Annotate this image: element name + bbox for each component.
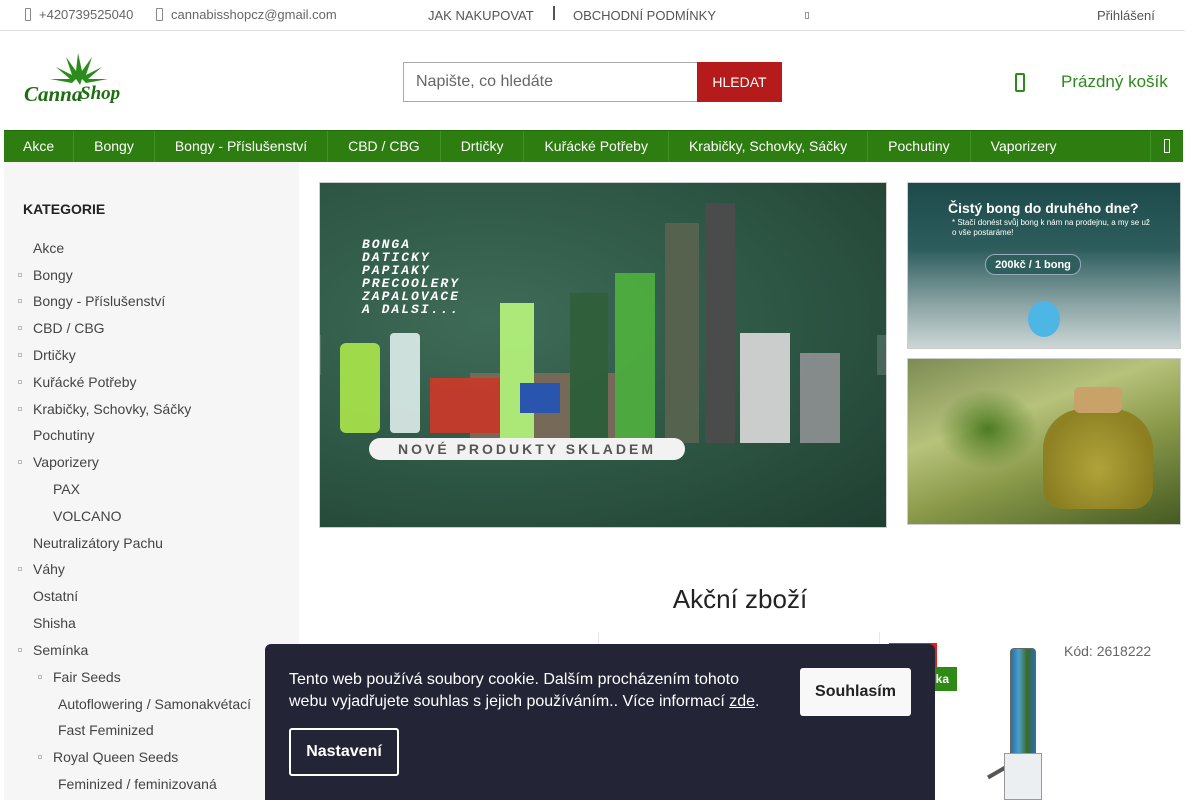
subcategory-item[interactable]: Fast Feminized [58,722,154,738]
nav-item-bongy[interactable]: Bongy [74,131,155,162]
nav-item-drticky[interactable]: Drtičky [441,131,525,162]
nav-item-pochutiny[interactable]: Pochutiny [868,131,971,162]
cookie-settings-button[interactable]: Nastavení [289,728,399,776]
category-item[interactable]: Krabičky, Schovky, Sáčky [18,401,191,417]
promo-bong-cleaning[interactable]: Čistý bong do druhého dne? * Stačí donés… [907,182,1181,349]
cookie-text: Tento web používá soubory cookie. Dalším… [289,671,760,710]
bullet-icon [38,675,42,679]
category-item[interactable]: Pochutiny [33,427,94,443]
bullet-icon [18,299,22,303]
subcategory-item[interactable]: Royal Queen Seeds [38,749,178,765]
category-item[interactable]: Ostatní [33,588,78,604]
phone-icon [25,8,31,21]
link-jak-nakupovat[interactable]: JAK NAKUPOVAT [428,8,534,23]
bullet-icon [38,755,42,759]
cookie-more-link[interactable]: zde [729,693,755,710]
menu-icon [1164,139,1170,153]
search-input[interactable] [403,62,697,102]
bullet-icon [18,648,22,652]
topbar-divider [553,6,555,20]
main-nav: Akce Bongy Bongy - Příslušenství CBD / C… [4,130,1183,162]
sidebar-title: KATEGORIE [23,201,106,217]
category-item[interactable]: Bongy - Příslušenství [18,293,165,309]
category-item[interactable]: Váhy [18,561,65,577]
phone-contact[interactable]: +420739525040 [25,7,133,22]
subcategory-item[interactable]: Fair Seeds [38,669,121,685]
phone-number[interactable]: +420739525040 [39,7,133,22]
login-link[interactable]: Přihlášení [1097,8,1155,23]
category-item[interactable]: Kuřácké Potřeby [18,374,137,390]
category-item[interactable]: Drtičky [18,347,76,363]
nav-more-button[interactable] [1150,131,1183,162]
svg-text:Canna: Canna [24,82,82,106]
nav-item-kuracke-potreby[interactable]: Kuřácké Potřeby [524,131,669,162]
bullet-icon [18,407,22,411]
category-item[interactable]: Shisha [33,615,76,631]
promo1-price: 200kč / 1 bong [985,254,1081,275]
banner-pill: NOVÉ PRODUKTY SKLADEM [369,438,685,460]
hero-banner[interactable]: BONGA DATICKY PAPIAKY PRECOOLERY ZAPALOV… [319,182,887,528]
slider-prev-button[interactable] [299,335,321,375]
category-item[interactable]: CBD / CBG [18,320,105,336]
banner-headline: BONGA DATICKY PAPIAKY PRECOOLERY ZAPALOV… [362,237,461,317]
jar-image [1043,409,1153,509]
promo-cbd-oil[interactable] [907,358,1181,525]
subcategory-item[interactable]: VOLCANO [53,508,121,524]
promo1-headline: Čistý bong do druhého dne? [948,200,1139,216]
category-item[interactable]: Neutralizátory Pachu [33,535,163,551]
logo-image: Canna Shop [24,53,120,106]
cork-image [1074,387,1122,413]
cart-icon[interactable] [1015,73,1025,92]
facebook-icon[interactable] [805,12,809,19]
email-contact[interactable]: cannabisshopcz@gmail.com [156,7,337,22]
search-form: HLEDAT [403,62,782,102]
cookie-banner: Tento web používá soubory cookie. Dalším… [265,644,935,800]
nav-item-vaporizery[interactable]: Vaporizery [971,131,1077,162]
promo1-subtext: * Stačí donést svůj bong k nám na prodej… [952,218,1150,237]
bullet-icon [18,380,22,384]
search-button[interactable]: HLEDAT [697,62,782,102]
nav-item-bongy-prislusenstvi[interactable]: Bongy - Příslušenství [155,131,329,162]
promo1-logo-badge [1028,301,1060,337]
email-address[interactable]: cannabisshopcz@gmail.com [171,7,337,22]
category-item[interactable]: Akce [33,240,64,256]
nav-item-cbd-cbg[interactable]: CBD / CBG [328,131,441,162]
top-bar: +420739525040 cannabisshopcz@gmail.com J… [0,0,1185,31]
product-image[interactable] [987,648,1042,800]
cannabis-leaf-image [938,389,1038,469]
nav-item-krabicky[interactable]: Krabičky, Schovky, Sáčky [669,131,869,162]
cookie-agree-button[interactable]: Souhlasím [800,668,911,716]
subcategory-item[interactable]: Feminized / feminizovaná [58,776,217,792]
link-obchodni-podminky[interactable]: OBCHODNÍ PODMÍNKY [573,8,716,23]
slider-next-button[interactable] [877,335,899,375]
bullet-icon [18,353,22,357]
banner-products-image [340,203,840,443]
product-code: Kód: 2618222 [1064,643,1152,659]
subcategory-item[interactable]: Autoflowering / Samonakvétací [58,696,251,712]
nav-item-akce[interactable]: Akce [4,131,75,162]
header: Canna Shop HLEDAT Prázdný košík [0,31,1185,130]
site-logo[interactable]: Canna Shop [22,49,127,111]
mail-icon [156,8,163,21]
cart-link[interactable]: Prázdný košík [1061,72,1168,92]
category-item[interactable]: Vaporizery [18,454,99,470]
bullet-icon [18,273,22,277]
category-item[interactable]: Semínka [18,642,88,658]
subcategory-item[interactable]: PAX [53,481,80,497]
bullet-icon [18,460,22,464]
section-title: Akční zboží [672,584,808,614]
bullet-icon [18,567,22,571]
bong-base [1004,753,1042,800]
svg-text:Shop: Shop [80,83,120,104]
bullet-icon [18,326,22,330]
bong-tube [1010,648,1036,758]
category-item[interactable]: Bongy [18,267,73,283]
